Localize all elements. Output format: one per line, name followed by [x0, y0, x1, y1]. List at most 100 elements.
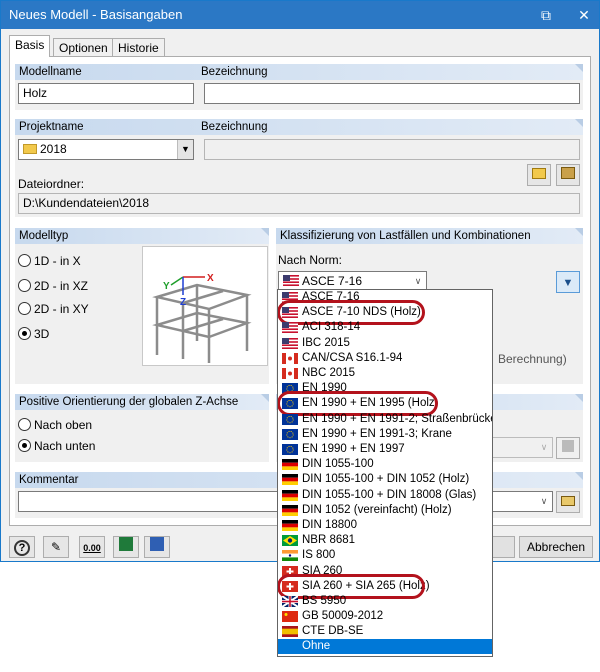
radio-label: 3D [34, 327, 50, 341]
right-action-button [556, 437, 580, 459]
radio-2d-xy[interactable]: 2D - in XY [18, 302, 89, 316]
radio-nach-unten[interactable]: Nach unten [18, 439, 95, 453]
dropdown-option-label: EN 1990 + EN 1991-2; Straßenbrücken [302, 412, 493, 425]
dropdown-option[interactable]: GB 50009-2012 [278, 609, 492, 624]
radio-circle-selected [18, 327, 31, 340]
group-klassifizierung-header: Klassifizierung von Lastfällen und Kombi… [276, 228, 583, 244]
norm-value: ASCE 7-16 [302, 274, 363, 288]
export-icon [150, 537, 164, 551]
chevron-down-icon[interactable]: ∨ [536, 492, 552, 511]
title-bar: Neues Modell - Basisangaben ⧉ ✕ [1, 1, 599, 29]
norm-dropdown-list[interactable]: ASCE 7-16 ASCE 7-10 NDS (Holz) ACI 318-14 I… [277, 289, 493, 657]
dropdown-option[interactable]: BS 5950 [278, 594, 492, 609]
group-projektname-header: Projektname Bezeichnung [15, 119, 583, 135]
model-preview-image: X Y Z [142, 246, 268, 366]
dropdown-option[interactable]: IBC 2015 [278, 336, 492, 351]
dropdown-option-label: GB 50009-2012 [302, 610, 384, 623]
project-manager-icon [561, 167, 575, 179]
dropdown-option[interactable]: EN 1990 + EN 1997 [278, 442, 492, 457]
dropdown-option[interactable]: ACI 318-14 [278, 320, 492, 335]
dropdown-option[interactable]: DIN 1055-100 [278, 457, 492, 472]
group-modellname-header: Modellname Bezeichnung [15, 64, 583, 80]
filter-button[interactable]: ▼ [556, 271, 580, 293]
dropdown-option-label: EN 1990 + EN 1991-3; Krane [302, 427, 452, 440]
projektname-header: Projektname [19, 121, 84, 133]
dropdown-option[interactable]: IS 800 [278, 548, 492, 563]
list-icon [561, 496, 575, 506]
modelltyp-header: Modelltyp [19, 230, 69, 242]
dropdown-option[interactable]: Ohne [278, 639, 492, 654]
chevron-down-icon: ∨ [536, 438, 552, 457]
projektname-value: 2018 [40, 142, 67, 156]
new-folder-icon [532, 168, 546, 179]
tab-basis[interactable]: Basis [9, 35, 51, 57]
close-icon[interactable]: ✕ [569, 1, 599, 29]
uk-flag-icon [282, 596, 298, 607]
projekt-desc-header: Bezeichnung [201, 121, 268, 133]
excel-import-button[interactable] [113, 536, 139, 558]
tab-optionen[interactable]: Optionen [53, 38, 114, 57]
modellname-header: Modellname [19, 66, 82, 78]
dropdown-option[interactable]: CAN/CSA S16.1-94 [278, 351, 492, 366]
units-button[interactable]: 0.00 [79, 536, 105, 558]
dropdown-option-label: NBR 8681 [302, 534, 356, 547]
dropdown-option[interactable]: DIN 18800 [278, 518, 492, 533]
dropdown-option-label: CTE DB-SE [302, 625, 364, 638]
de-flag-icon [282, 489, 298, 501]
de-flag-icon [282, 459, 298, 471]
modellname-input[interactable]: Holz [18, 83, 194, 104]
axis-y-label: Y [163, 281, 170, 292]
dropdown-option-label: DIN 1055-100 + DIN 1052 (Holz) [302, 473, 470, 486]
radio-1d-x[interactable]: 1D - in X [18, 254, 81, 268]
radio-circle [18, 254, 31, 267]
radio-nach-oben[interactable]: Nach oben [18, 418, 92, 432]
de-flag-icon [282, 504, 298, 516]
maximize-icon[interactable]: ⧉ [531, 1, 561, 29]
br-flag-icon [282, 535, 298, 547]
dropdown-option[interactable]: NBR 8681 [278, 533, 492, 548]
ca-flag-icon [282, 352, 298, 364]
axis-x-label: X [207, 273, 214, 284]
group-orientierung-header: Positive Orientierung der globalen Z-Ach… [15, 394, 269, 410]
nach-norm-label: Nach Norm: [278, 253, 343, 267]
radio-3d[interactable]: 3D [18, 327, 49, 341]
cancel-button[interactable]: Abbrechen [519, 536, 593, 558]
edit-button[interactable]: ✎ [43, 536, 69, 558]
dateiordner-label: Dateiordner: [18, 177, 85, 191]
modell-desc-input[interactable] [204, 83, 580, 104]
help-button[interactable]: ? [9, 536, 35, 558]
eu-flag-icon [282, 413, 298, 425]
filter-icon: ▼ [562, 277, 574, 289]
word-export-button[interactable] [144, 536, 170, 558]
kommentar-header: Kommentar [19, 474, 79, 486]
new-project-button[interactable] [527, 164, 551, 186]
dropdown-option-label: DIN 1055-100 [302, 458, 374, 471]
project-manager-button[interactable] [556, 164, 580, 186]
cn-flag-icon [282, 611, 298, 623]
chevron-down-icon[interactable]: ▼ [177, 140, 193, 159]
dropdown-option[interactable]: DIN 1055-100 + DIN 18008 (Glas) [278, 488, 492, 503]
kommentar-list-button[interactable] [556, 491, 580, 513]
dropdown-option[interactable]: EN 1990 + EN 1991-2; Straßenbrücken [278, 412, 492, 427]
dropdown-option[interactable]: NBC 2015 [278, 366, 492, 381]
dropdown-option[interactable]: DIN 1055-100 + DIN 1052 (Holz) [278, 472, 492, 487]
eu-flag-icon [282, 428, 298, 440]
axis-z-label: Z [180, 297, 186, 308]
projekt-desc-input [204, 139, 580, 160]
dropdown-option-label: DIN 1055-100 + DIN 18008 (Glas) [302, 488, 477, 501]
calculator-icon: 0.00 [83, 543, 101, 553]
radio-label: 1D - in X [34, 254, 81, 268]
radio-2d-xz[interactable]: 2D - in XZ [18, 279, 88, 293]
dropdown-option[interactable]: DIN 1052 (vereinfacht) (Holz) [278, 503, 492, 518]
tab-historie[interactable]: Historie [112, 38, 165, 57]
radio-label: Nach oben [34, 418, 93, 432]
dropdown-option[interactable]: EN 1990 + EN 1991-3; Krane [278, 427, 492, 442]
berechnung-text: Berechnung) [498, 352, 567, 366]
radio-label: 2D - in XZ [34, 279, 89, 293]
de-flag-icon [282, 520, 298, 531]
modell-desc-header: Bezeichnung [201, 66, 268, 78]
dropdown-option[interactable]: CTE DB-SE [278, 624, 492, 639]
radio-label: 2D - in XY [34, 302, 89, 316]
projektname-combo[interactable]: 2018 ▼ [18, 139, 194, 160]
window-title: Neues Modell - Basisangaben [9, 7, 183, 22]
